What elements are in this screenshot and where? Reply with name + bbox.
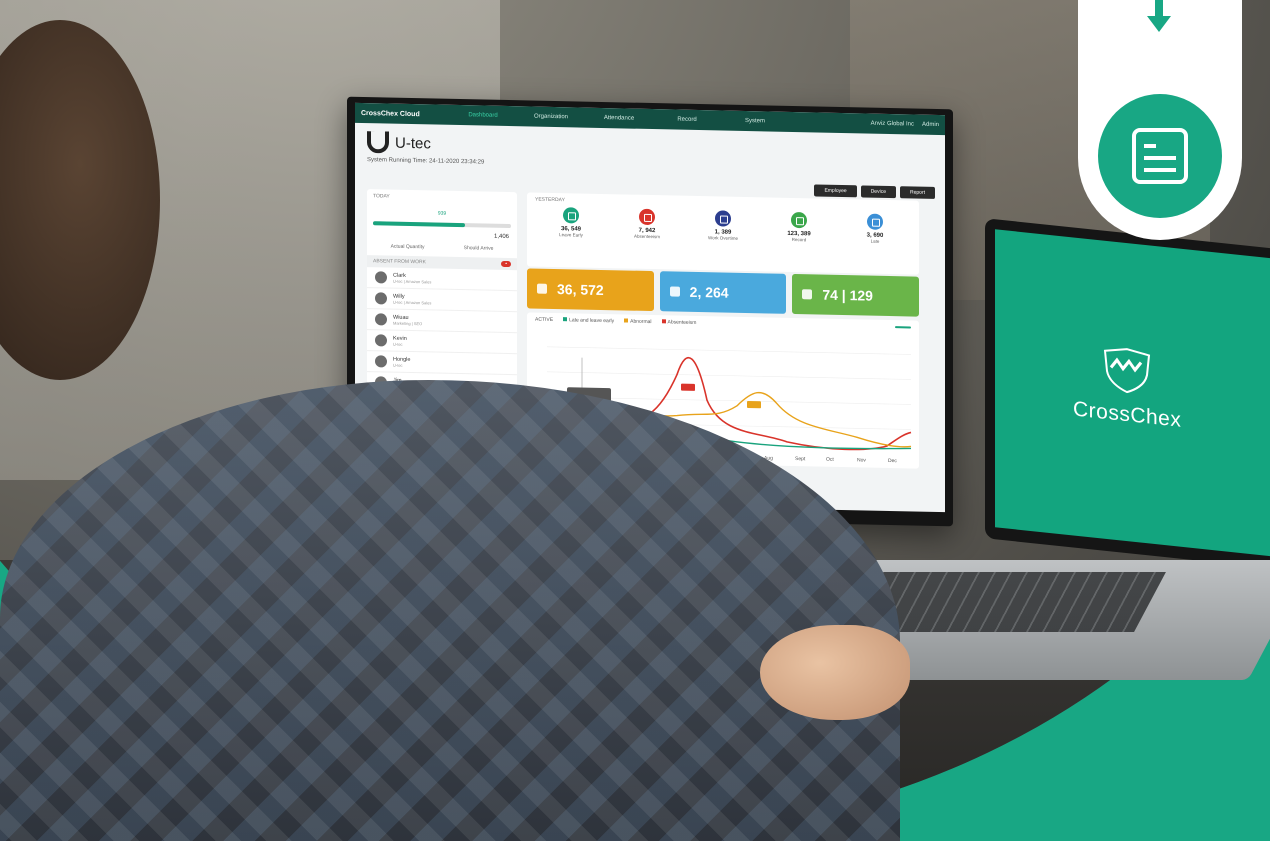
yesterday-stat: 123, 389 Record — [764, 211, 834, 242]
stat-label: Absenteeism — [633, 233, 660, 240]
document-icon — [1132, 128, 1188, 184]
chart-label: ACTIVE — [535, 316, 554, 323]
legend-should: Should Arrive — [463, 245, 494, 252]
card-icon — [802, 289, 813, 300]
stat-icon — [715, 210, 731, 227]
avatar — [375, 313, 387, 326]
nav-organization[interactable]: Organization — [517, 113, 585, 121]
document-icon-circle[interactable] — [1098, 94, 1222, 218]
nav-account: Anviz Global Inc — [870, 120, 914, 128]
stat-icon — [563, 207, 579, 224]
stat-icon — [867, 213, 883, 230]
nav-dashboard[interactable]: Dashboard — [449, 112, 517, 119]
avatar — [375, 334, 387, 347]
summary-cards: 36, 572 2, 264 74 | 129 — [527, 268, 920, 317]
nav-user[interactable]: Admin — [922, 122, 939, 128]
scene: CrossChex Cloud Dashboard Organization A… — [0, 0, 1270, 841]
person-name: Hongle — [393, 356, 411, 363]
nav-brand: CrossChex Cloud — [361, 109, 420, 118]
nav-system[interactable]: System — [721, 117, 789, 124]
laptop-screen: CrossChex — [985, 218, 1270, 572]
person-department: Marketing | SEO — [393, 320, 423, 326]
summary-card[interactable]: 2, 264 — [659, 271, 787, 314]
person-department: U-tec | Amazon Sales — [393, 278, 432, 284]
yesterday-panel: YESTERDAY 36, 549 Leave Early 7, 942 Absent… — [527, 192, 919, 275]
down-arrow-icon — [1147, 0, 1171, 32]
utec-logo-icon — [367, 131, 389, 154]
crosschex-shield-icon — [1103, 348, 1151, 394]
person-department: U-tec — [393, 341, 403, 347]
summary-card[interactable]: 74 | 129 — [792, 273, 920, 317]
report-button[interactable]: Report — [899, 186, 935, 199]
today-progress-label: 939 — [437, 210, 447, 217]
avatar — [375, 355, 387, 368]
stat-label: Late — [870, 238, 880, 244]
card-value: 2, 264 — [689, 283, 729, 301]
chart-legend-3: Absenteeism — [661, 319, 696, 326]
stat-label: Leave Early — [559, 232, 583, 238]
month-label: Dec — [888, 458, 897, 464]
avatar — [375, 292, 387, 305]
month-label: Nov — [857, 457, 866, 463]
laptop-brand: CrossChex — [1073, 397, 1182, 432]
card-value: 36, 572 — [557, 281, 604, 299]
nav-attendance[interactable]: Attendance — [585, 115, 653, 122]
chart-legend-1: Late and leave early — [563, 317, 614, 324]
month-label: Oct — [826, 457, 834, 463]
stat-label: Record — [791, 236, 807, 243]
employee-button[interactable]: Employee — [814, 184, 857, 198]
stat-label: Work Overtime — [708, 235, 738, 241]
action-buttons: Employee Device Report — [814, 184, 935, 199]
chart-toggle[interactable] — [895, 326, 911, 329]
avatar — [375, 271, 387, 284]
summary-card[interactable]: 36, 572 — [527, 268, 654, 312]
device-button[interactable]: Device — [860, 185, 896, 199]
yesterday-stat: 3, 690 Late — [840, 213, 910, 244]
month-label: Sept — [795, 456, 806, 462]
laptop-display: CrossChex — [995, 229, 1270, 560]
stat-icon — [639, 208, 655, 226]
card-value: 74 | 129 — [822, 286, 873, 304]
absent-badge: • — [501, 260, 511, 268]
card-icon — [537, 283, 547, 294]
yesterday-stat: 7, 942 Absenteeism — [612, 208, 682, 239]
person-hand — [760, 625, 910, 720]
legend-actual: Actual Quantity — [390, 243, 425, 251]
chart-legend-2: Abnormal — [624, 318, 652, 325]
person-department: U-tec | Amazon Sales — [393, 299, 432, 305]
person-department: U-tec — [393, 362, 403, 368]
stat-icon — [791, 211, 807, 229]
card-icon — [669, 286, 680, 297]
yesterday-stat: 1, 389 Work Overtime — [688, 210, 758, 241]
company-name: U-tec — [395, 134, 431, 152]
yesterday-stat: 36, 549 Leave Early — [536, 207, 606, 238]
person-name: Kevin — [393, 335, 407, 342]
nav-record[interactable]: Record — [653, 116, 721, 123]
today-label: TODAY — [373, 193, 390, 200]
absent-title: ABSENT FROM WORK — [373, 258, 426, 266]
